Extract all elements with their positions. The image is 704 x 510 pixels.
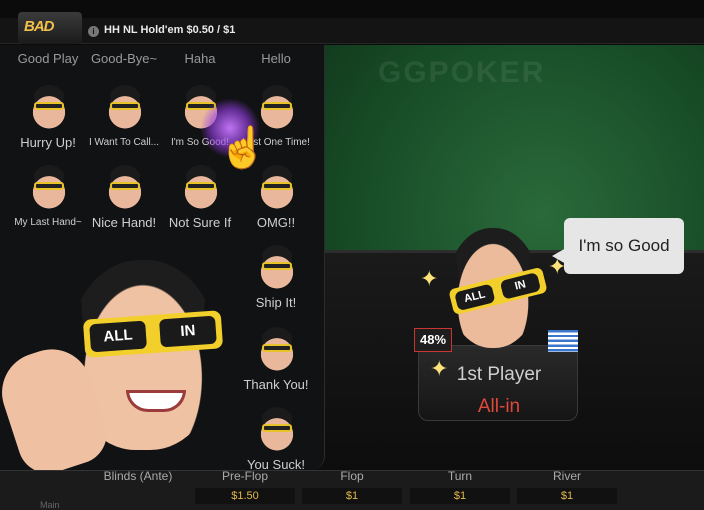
history-value: $1 xyxy=(302,488,402,504)
emote-label: I Want To Call... xyxy=(88,137,160,148)
emote-you-suck[interactable]: You Suck! xyxy=(236,407,316,470)
emote-label: OMG!! xyxy=(256,215,296,230)
emote-ship-it[interactable]: Ship It! xyxy=(236,245,316,327)
sunglasses-icon xyxy=(34,182,64,190)
emote-my-last-hand[interactable]: My Last Hand~ xyxy=(8,165,88,247)
history-header: Blinds (Ante) xyxy=(103,469,173,483)
bad-beat-logo: BAD xyxy=(18,12,82,44)
emote-thank-you[interactable]: Thank You! xyxy=(236,327,316,409)
history-value: $1 xyxy=(410,488,510,504)
logo-text: BAD xyxy=(24,18,54,35)
sunglasses-icon xyxy=(262,424,292,432)
sparkle-icon: ✦ xyxy=(430,356,449,381)
emote-label: Thank You! xyxy=(243,377,309,392)
emote-not-sure-if[interactable]: Not Sure If xyxy=(160,165,240,247)
sunglasses-icon xyxy=(262,262,292,270)
sunglasses-icon xyxy=(186,182,216,190)
sunglasses-icon xyxy=(262,182,292,190)
emote-label: My Last Hand~ xyxy=(14,217,82,228)
history-header: Turn xyxy=(447,469,473,483)
emote-label[interactable]: Haha xyxy=(160,51,240,66)
emote-i-want-to-call[interactable]: I Want To Call... xyxy=(84,85,164,167)
sparkle-icon: ✦ xyxy=(420,266,439,291)
lens-right: IN xyxy=(159,315,217,348)
greece-flag-icon xyxy=(548,330,578,352)
history-value: $1 xyxy=(517,488,617,504)
emote-label: Hurry Up! xyxy=(20,135,76,150)
chat-bubble-tail xyxy=(552,248,566,264)
emote-label[interactable]: Hello xyxy=(236,51,316,66)
tap-hand-icon: ☝ xyxy=(218,126,268,170)
emote-label[interactable]: Good Play xyxy=(8,51,88,66)
history-header: Pre-Flop xyxy=(221,469,268,483)
equity-badge: 48% xyxy=(414,328,452,352)
history-value: $1.50 xyxy=(195,488,295,504)
emote-omg[interactable]: OMG!! xyxy=(236,165,316,247)
sunglasses-icon xyxy=(34,102,64,110)
emote-hurry-up[interactable]: Hurry Up! xyxy=(8,85,88,167)
sunglasses-icon xyxy=(262,102,292,110)
history-header: River xyxy=(552,469,581,483)
chat-bubble: I'm so Good xyxy=(564,218,684,274)
emote-label: Nice Hand! xyxy=(91,215,157,230)
history-header: Flop xyxy=(340,469,364,483)
sunglasses-icon xyxy=(110,182,140,190)
featured-emote-avatar: ALL IN xyxy=(0,240,233,481)
sunglasses-icon xyxy=(262,344,292,352)
sunglasses-icon xyxy=(110,102,140,110)
lens-left: ALL xyxy=(89,320,147,353)
emote-label: Not Sure If xyxy=(168,215,232,230)
hand-title: HH NL Hold'em $0.50 / $1 xyxy=(104,24,236,36)
table-brand: GGPOKER xyxy=(378,56,546,89)
info-icon[interactable]: i xyxy=(88,26,99,37)
emote-label: Ship It! xyxy=(255,295,297,310)
player-action: All-in xyxy=(477,396,521,417)
emote-nice-hand[interactable]: Nice Hand! xyxy=(84,165,164,247)
history-row-label: Main xyxy=(40,500,60,510)
emote-label[interactable]: Good-Bye~ xyxy=(84,51,164,66)
